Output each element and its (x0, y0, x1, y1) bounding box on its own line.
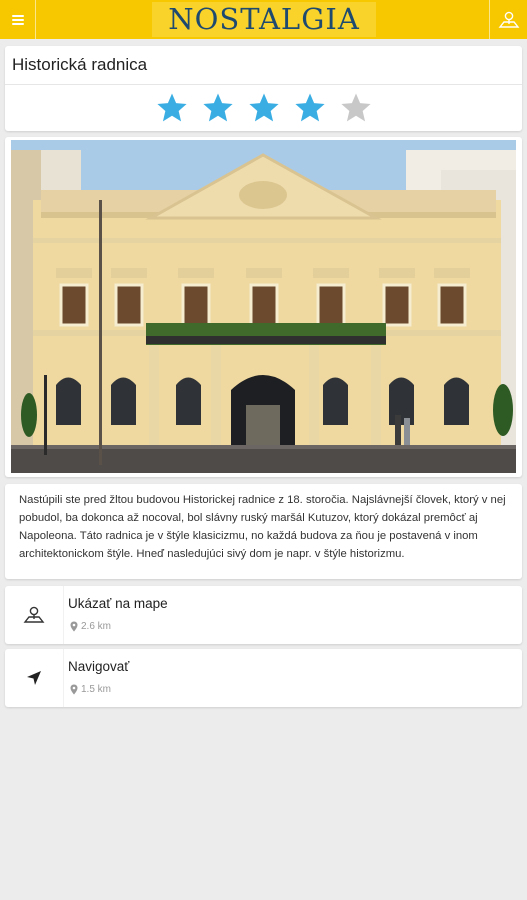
menu-button[interactable] (0, 0, 36, 39)
star-empty-icon (340, 93, 371, 122)
place-title: Historická radnica (12, 55, 148, 74)
place-photo-card (5, 137, 522, 477)
hamburger-menu-icon (11, 14, 24, 25)
map-button[interactable] (489, 0, 527, 39)
divider (63, 586, 64, 644)
show-on-map-distance: 2.6 km (70, 621, 111, 632)
place-header-card: Historická radnica (5, 46, 522, 131)
top-app-bar: NOSTALGIA (0, 0, 527, 39)
description-card: Nastúpili ste pred žltou budovou Histori… (5, 484, 522, 579)
star-filled-icon (248, 93, 279, 122)
place-description: Nastúpili ste pred žltou budovou Histori… (19, 494, 506, 560)
star-filled-icon (294, 93, 325, 122)
distance-text: 1.5 km (81, 684, 112, 695)
distance-text: 2.6 km (81, 621, 112, 632)
map-pin-icon (5, 586, 63, 644)
show-on-map-label: Ukázať na mape (68, 596, 168, 611)
location-pin-icon (70, 621, 78, 632)
place-photo (11, 140, 516, 473)
app-logo-text: NOSTALGIA (168, 2, 360, 36)
navigate-row[interactable]: Navigovať 1.5 km (5, 649, 522, 707)
rating-stars (5, 89, 522, 127)
map-marker-icon (498, 11, 519, 28)
navigation-arrow-icon (5, 649, 63, 707)
location-pin-icon (70, 684, 78, 695)
navigate-distance: 1.5 km (70, 684, 111, 695)
star-filled-icon (156, 93, 187, 122)
show-on-map-row[interactable]: Ukázať na mape 2.6 km (5, 586, 522, 644)
app-logo: NOSTALGIA (152, 2, 376, 37)
star-filled-icon (202, 93, 233, 122)
divider (5, 84, 522, 85)
divider (63, 649, 64, 707)
navigate-label: Navigovať (68, 659, 130, 674)
